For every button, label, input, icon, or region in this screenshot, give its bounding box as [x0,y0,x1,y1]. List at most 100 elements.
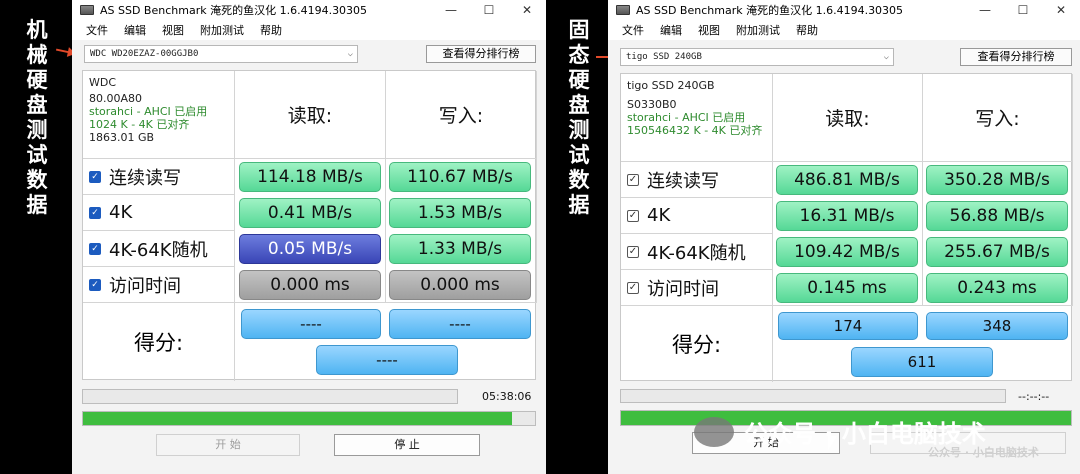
menu-extra-tests[interactable]: 附加测试 [200,22,244,38]
access-read-value: 0.145 ms [776,273,918,303]
drive-model: tigo SSD 240GB [627,79,715,92]
hdd-window: AS SSD Benchmark 淹死的鱼汉化 1.6.4194.30305 —… [72,0,546,474]
row-4k[interactable]: ✓ 4K [621,198,773,234]
4k64-write-value: 1.33 MB/s [389,234,531,264]
row-4k64[interactable]: ✓ 4K-64K随机 [621,234,773,270]
score-write-value: ---- [389,309,531,339]
seq-read-value: 486.81 MB/s [776,165,918,195]
right-caption-char: 硬 [568,68,590,92]
menu-file[interactable]: 文件 [86,22,108,38]
checkbox-icon[interactable]: ✓ [627,209,639,222]
menu-bar: 文件 编辑 视图 附加测试 帮助 [608,19,1080,40]
drive-firmware: S0330B0 [627,98,677,111]
menu-extra-tests[interactable]: 附加测试 [736,22,780,38]
progress-bar [82,411,536,426]
results-grid: WDC 80.00A80 storahci - AHCI 已启用 1024 K … [82,70,537,381]
seq-read-value: 114.18 MB/s [239,162,381,192]
row-seq-label: 连续读写 [647,170,719,192]
row-access-label: 访问时间 [109,275,181,297]
score-total-value: ---- [316,345,458,375]
row-seq[interactable]: ✓ 连续读写 [621,162,773,198]
menu-help[interactable]: 帮助 [260,22,282,38]
score-read-value: ---- [241,309,381,339]
progress-top [82,389,458,404]
left-caption-char: 数 [26,168,48,192]
app-icon [616,4,630,15]
chevron-down-icon: ⌵ [883,52,889,62]
menu-edit[interactable]: 编辑 [660,22,682,38]
drive-alignment: 150546432 K - 4K 已对齐 [627,124,763,137]
4k64-read-value: 109.42 MB/s [776,237,918,267]
elapsed-time: --:--:-- [1018,390,1050,403]
drive-model: WDC [89,76,117,89]
mouse-cursor-icon [828,436,837,450]
maximize-button[interactable]: ☐ [1004,0,1042,19]
4k64-write-value: 255.67 MB/s [926,237,1068,267]
4k64-read-value: 0.05 MB/s [239,234,381,264]
menu-edit[interactable]: 编辑 [124,22,146,38]
close-button[interactable]: ✕ [1042,0,1080,19]
4k-read-value: 16.31 MB/s [776,201,918,231]
drive-size: 1863.01 GB [89,131,155,144]
window-title: AS SSD Benchmark 淹死的鱼汉化 1.6.4194.30305 [636,3,904,17]
menu-bar: 文件 编辑 视图 附加测试 帮助 [72,19,546,40]
drive-info: tigo SSD 240GB S0330B0 storahci - AHCI 已… [621,74,773,162]
4k-write-value: 1.53 MB/s [389,198,531,228]
checkbox-icon[interactable]: ✓ [627,173,639,186]
right-caption-char: 态 [568,43,590,67]
minimize-button[interactable]: — [966,0,1004,19]
checkbox-icon[interactable]: ✓ [89,170,101,183]
row-access[interactable]: ✓ 访问时间 [83,267,235,303]
maximize-button[interactable]: ☐ [470,0,508,19]
right-caption-char: 数 [568,168,590,192]
drive-driver: storahci - AHCI 已启用 [627,111,746,124]
drive-alignment: 1024 K - 4K 已对齐 [89,118,190,131]
write-header: 写入: [923,74,1073,162]
chevron-down-icon: ⌵ [347,49,353,59]
access-write-value: 0.000 ms [389,270,531,300]
stop-button[interactable]: 停 止 [334,434,480,456]
menu-help[interactable]: 帮助 [796,22,818,38]
row-4k-label: 4K [109,202,133,223]
right-caption-char: 盘 [568,93,590,117]
checkbox-icon[interactable]: ✓ [89,278,101,291]
ssd-titlebar: AS SSD Benchmark 淹死的鱼汉化 1.6.4194.30305 —… [608,0,1080,19]
checkbox-icon[interactable]: ✓ [89,242,101,255]
seq-write-value: 110.67 MB/s [389,162,531,192]
start-button[interactable]: 开 始 [156,434,300,456]
checkbox-icon[interactable]: ✓ [89,206,101,219]
menu-view[interactable]: 视图 [162,22,184,38]
close-button[interactable]: ✕ [508,0,546,19]
access-read-value: 0.000 ms [239,270,381,300]
watermark-small: 公众号 · 小白电脑技术 [928,444,1039,460]
score-label: 得分: [621,306,773,382]
row-4k64[interactable]: ✓ 4K-64K随机 [83,231,235,267]
right-caption-char: 试 [568,143,590,167]
menu-view[interactable]: 视图 [698,22,720,38]
ranking-button[interactable]: 查看得分排行榜 [426,45,536,63]
left-caption-char: 据 [26,193,48,217]
wechat-icon [694,416,734,447]
seq-write-value: 350.28 MB/s [926,165,1068,195]
row-access[interactable]: ✓ 访问时间 [621,270,773,306]
row-seq[interactable]: ✓ 连续读写 [83,159,235,195]
minimize-button[interactable]: — [432,0,470,19]
drive-select[interactable]: tigo SSD 240GB ⌵ [620,48,894,66]
menu-file[interactable]: 文件 [622,22,644,38]
drive-select[interactable]: WDC WD20EZAZ-00GGJB0 ⌵ [84,45,358,63]
app-icon [80,4,94,15]
results-grid: tigo SSD 240GB S0330B0 storahci - AHCI 已… [620,73,1073,382]
4k-write-value: 56.88 MB/s [926,201,1068,231]
ranking-button[interactable]: 查看得分排行榜 [960,48,1072,66]
right-caption-char: 测 [568,118,590,142]
row-4k64-label: 4K-64K随机 [109,239,208,261]
row-4k[interactable]: ✓ 4K [83,195,235,231]
left-caption-char: 测 [26,118,48,142]
checkbox-icon[interactable]: ✓ [627,281,639,294]
right-caption-char: 固 [568,18,590,42]
write-header: 写入: [386,71,537,159]
row-4k-label: 4K [647,205,671,226]
access-write-value: 0.243 ms [926,273,1068,303]
hdd-titlebar: AS SSD Benchmark 淹死的鱼汉化 1.6.4194.30305 —… [72,0,546,19]
checkbox-icon[interactable]: ✓ [627,245,639,258]
